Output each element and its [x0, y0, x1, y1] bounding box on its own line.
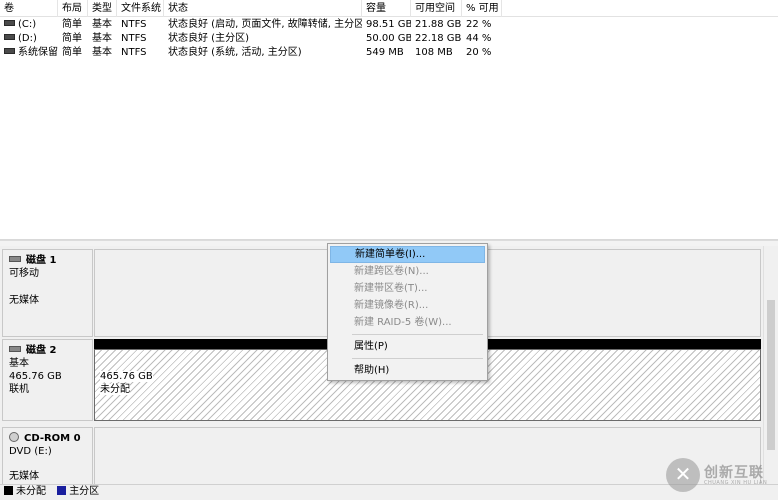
filesystem-cell: NTFS [121, 19, 147, 30]
menu-item-new-spanned-volume: 新建跨区卷(N)... [354, 266, 429, 277]
volume-row[interactable]: 系统保留 简单 基本 NTFS 状态良好 (系统, 活动, 主分区) 549 M… [0, 46, 778, 60]
legend-swatch [4, 485, 13, 495]
type-cell: 基本 [92, 33, 112, 44]
layout-cell: 简单 [62, 19, 82, 30]
legend-swatch [57, 485, 67, 495]
column-header-filesystem[interactable]: 文件系统 [117, 0, 164, 17]
column-header-volume[interactable]: 卷 [0, 0, 58, 17]
scrollbar-thumb[interactable] [767, 300, 775, 450]
volume-row[interactable]: (D:) 简单 基本 NTFS 状态良好 (主分区) 50.00 GB 22.1… [0, 32, 778, 46]
column-header-free-space[interactable]: 可用空间 [411, 0, 462, 17]
column-header-type[interactable]: 类型 [88, 0, 117, 17]
disk-2-label[interactable]: 磁盘 2 基本 465.76 GB 联机 [2, 339, 93, 421]
watermark-logo: ✕ 创新互联 CHUANG XIN HU LIAN [666, 456, 776, 496]
layout-cell: 简单 [62, 33, 82, 44]
percent-free-cell: 22 % [466, 19, 492, 30]
menu-item-new-mirrored-volume: 新建镜像卷(R)... [354, 300, 429, 311]
cdrom-0-body[interactable] [94, 427, 761, 484]
status-cell: 状态良好 (系统, 活动, 主分区) [168, 47, 302, 58]
free-space-cell: 21.88 GB [415, 19, 462, 30]
disk-icon [9, 256, 21, 262]
context-menu: 新建简单卷(I)... 新建跨区卷(N)... 新建带区卷(T)... 新建镜像… [327, 243, 488, 381]
watermark-x-icon: ✕ [674, 462, 692, 486]
disk-state: 无媒体 [9, 295, 39, 306]
cd-icon [9, 432, 19, 442]
partition-status: 未分配 [100, 384, 130, 395]
filesystem-cell: NTFS [121, 33, 147, 44]
watermark-subtitle: CHUANG XIN HU LIAN [704, 480, 768, 486]
status-cell: 状态良好 (启动, 页面文件, 故障转储, 主分区) [168, 19, 362, 30]
volume-row[interactable]: (C:) 简单 基本 NTFS 状态良好 (启动, 页面文件, 故障转储, 主分… [0, 18, 778, 32]
watermark-title: 创新互联 [704, 465, 764, 481]
filesystem-cell: NTFS [121, 47, 147, 58]
menu-item-new-striped-volume: 新建带区卷(T)... [354, 283, 428, 294]
disk-type: DVD (E:) [9, 446, 52, 457]
status-cell: 状态良好 (主分区) [168, 33, 249, 44]
capacity-cell: 50.00 GB [366, 33, 411, 44]
free-space-cell: 22.18 GB [415, 33, 462, 44]
disk-state: 联机 [9, 384, 29, 395]
legend-item-unallocated: 未分配 [4, 485, 49, 497]
type-cell: 基本 [92, 47, 112, 58]
column-header-percent-free[interactable]: % 可用 [462, 0, 502, 17]
capacity-cell: 549 MB [366, 47, 404, 58]
volume-name-cell: (D:) [0, 32, 58, 46]
column-header-layout[interactable]: 布局 [58, 0, 88, 17]
menu-item-properties[interactable]: 属性(P) [330, 338, 485, 355]
volume-icon [4, 48, 15, 54]
legend-item-primary: 主分区 [57, 485, 99, 497]
percent-free-cell: 20 % [466, 47, 492, 58]
volume-name-cell: (C:) [0, 18, 58, 32]
volume-name-cell: 系统保留 [0, 46, 58, 60]
disk-type: 可移动 [9, 268, 39, 279]
cdrom-0-label[interactable]: CD-ROM 0 DVD (E:) 无媒体 [2, 427, 93, 484]
free-space-cell: 108 MB [415, 47, 453, 58]
capacity-cell: 98.51 GB [366, 19, 411, 30]
disk-icon [9, 346, 21, 352]
disk-map-scrollbar[interactable] [763, 246, 778, 484]
disk-type: 基本 [9, 358, 29, 369]
menu-item-help[interactable]: 帮助(H) [330, 362, 485, 379]
disk-size: 465.76 GB [9, 371, 62, 382]
percent-free-cell: 44 % [466, 33, 492, 44]
column-header-capacity[interactable]: 容量 [362, 0, 411, 17]
menu-item-new-simple-volume[interactable]: 新建简单卷(I)... [330, 246, 485, 263]
type-cell: 基本 [92, 19, 112, 30]
menu-separator [352, 358, 483, 359]
volume-list-header: 卷 布局 类型 文件系统 状态 容量 可用空间 % 可用 [0, 0, 778, 17]
disk-1-label[interactable]: 磁盘 1 可移动 无媒体 [2, 249, 93, 337]
volume-icon [4, 34, 15, 40]
legend: 未分配 主分区 [0, 484, 778, 500]
disk-state: 无媒体 [9, 471, 39, 482]
disk-name: CD-ROM 0 [24, 433, 81, 444]
layout-cell: 简单 [62, 47, 82, 58]
volume-list: 卷 布局 类型 文件系统 状态 容量 可用空间 % 可用 (C:) 简单 基本 … [0, 0, 778, 240]
disk-name: 磁盘 1 [26, 255, 57, 266]
menu-separator [352, 334, 483, 335]
disk-name: 磁盘 2 [26, 345, 57, 356]
menu-item-new-raid5-volume: 新建 RAID-5 卷(W)... [354, 317, 452, 328]
volume-icon [4, 20, 15, 26]
column-header-status[interactable]: 状态 [164, 0, 362, 17]
partition-size: 465.76 GB [100, 371, 153, 382]
